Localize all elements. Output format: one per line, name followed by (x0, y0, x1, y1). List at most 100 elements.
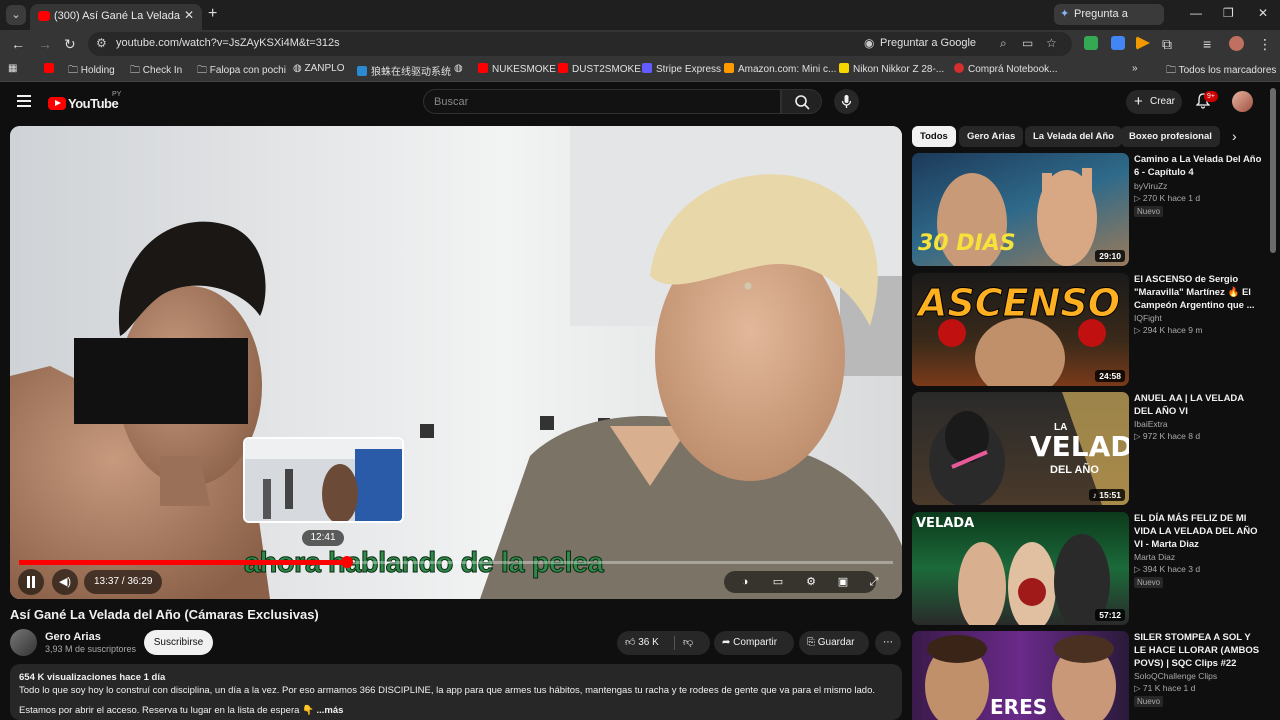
rec-meta-text: 394 K hace 3 d (1142, 564, 1201, 574)
extensions-puzzle-icon[interactable]: ⧉ (1162, 36, 1172, 53)
video-thumbnail[interactable]: ERES (912, 631, 1129, 720)
bookmark-folder-holding[interactable]: 🗀 Holding (68, 63, 115, 80)
rec-channel[interactable]: Marta Diaz (1134, 552, 1175, 562)
theater-mode-icon[interactable]: ▣ (831, 571, 855, 593)
cast-icon[interactable]: ▭ (1022, 36, 1033, 50)
rec-title[interactable]: Camino a La Velada Del Año 6 - Capítulo … (1134, 153, 1262, 179)
amazon-icon (724, 63, 734, 73)
subscribe-button[interactable]: Suscribirse (144, 630, 213, 655)
account-avatar[interactable] (1232, 91, 1253, 112)
search-input[interactable]: Buscar (423, 89, 781, 114)
rec-title[interactable]: ANUEL AA | LA VELADA DEL AÑO VI (1134, 392, 1262, 418)
recommended-video[interactable]: LA VELADA DEL AÑO ♪ 15:51 ANUEL AA | LA … (912, 392, 1262, 505)
back-arrow-icon[interactable]: ← (11, 36, 25, 52)
window-close-button[interactable]: ✕ (1258, 6, 1268, 20)
rec-meta-text: 972 K hace 8 d (1142, 431, 1201, 441)
channel-avatar[interactable] (10, 629, 37, 656)
save-button[interactable]: ⎘ Guardar (799, 631, 869, 655)
new-tab-button[interactable]: + (208, 5, 217, 23)
share-button[interactable]: ➦ Compartir (714, 631, 794, 655)
rec-title[interactable]: El ASCENSO de Sergio "Maravilla" Martíne… (1134, 273, 1262, 312)
youtube-logo[interactable]: YouTube PY (48, 91, 121, 113)
volume-button[interactable]: ◀) (52, 569, 78, 595)
settings-gear-icon[interactable]: ⚙ (800, 571, 822, 593)
chip-la-velada[interactable]: La Velada del Año (1025, 126, 1122, 147)
maximize-button[interactable]: ❐ (1223, 6, 1234, 20)
bookmark-nikon[interactable]: Nikon Nikkor Z 28-... (839, 63, 944, 75)
search-button[interactable] (781, 89, 822, 114)
browser-tab-active[interactable]: (300) Así Gané La Velada de ✕ (30, 4, 202, 30)
bookmark-zanplo[interactable]: ◍ ZANPLO (293, 63, 345, 74)
recommended-video[interactable]: ASCENSO 24:58 El ASCENSO de Sergio "Mara… (912, 273, 1262, 386)
apps-grid-icon[interactable]: ▦ (8, 63, 17, 74)
bookmark-amazon[interactable]: Amazon.com: Mini c... (724, 63, 836, 75)
minimize-button[interactable]: — (1190, 6, 1202, 20)
more-actions-button[interactable]: ⋯ (875, 631, 901, 655)
bookmark-notebook[interactable]: Comprá Notebook... (954, 63, 1058, 75)
pause-button[interactable] (18, 569, 44, 595)
chevron-right-icon[interactable]: › (1232, 128, 1237, 144)
recommended-video[interactable]: ERES SILER STOMPEA A SOL Y LE HACE LLORA… (912, 631, 1262, 720)
reload-icon[interactable]: ↻ (64, 36, 76, 53)
thumbs-up-icon: 👍︎ (625, 637, 639, 648)
video-thumbnail[interactable]: VELADA 57:12 (912, 512, 1129, 625)
tab-search-button[interactable]: ⌄ (6, 5, 26, 25)
voice-search-button[interactable] (834, 89, 859, 114)
chip-gero-arias[interactable]: Gero Arias (959, 126, 1024, 147)
bookmark-folder-checkin[interactable]: 🗀 Check In (130, 63, 182, 80)
chip-todos[interactable]: Todos (912, 126, 956, 147)
page-scrollbar[interactable] (1270, 88, 1276, 253)
address-bar[interactable]: ⚙ youtube.com/watch?v=JsZAyKSXi4M&t=312s… (88, 32, 1072, 56)
video-player[interactable]: 12:41 ahora hablando de la pelea ◀) 13:3… (10, 126, 902, 599)
rec-channel[interactable]: IQFight (1134, 313, 1162, 323)
bookmark-star-icon[interactable]: ☆ (1046, 36, 1057, 50)
recommended-video[interactable]: VELADA 57:12 EL DÍA MÁS FELIZ DE MI VIDA… (912, 512, 1262, 625)
bookmark-driver[interactable]: 狼蛛在线驱动系统 (357, 63, 451, 78)
bookmark-stripe[interactable]: Stripe Express (642, 63, 721, 75)
browser-menu-icon[interactable]: ⋮ (1258, 36, 1272, 53)
rec-title[interactable]: EL DÍA MÁS FELIZ DE MI VIDA LA VELADA DE… (1134, 512, 1262, 551)
video-thumbnail[interactable]: LA VELADA DEL AÑO ♪ 15:51 (912, 392, 1129, 505)
rec-channel[interactable]: SoloQChallenge Clips (1134, 671, 1217, 681)
bookmarks-overflow-icon[interactable]: » (1132, 63, 1138, 74)
like-dislike-group: 👍︎ 36 K 👎︎ (617, 631, 710, 655)
chip-boxeo[interactable]: Boxeo profesional (1121, 126, 1220, 147)
ask-google-label[interactable]: Preguntar a Google (880, 37, 976, 49)
media-control-icon[interactable]: ≡ (1203, 36, 1211, 52)
fullscreen-icon[interactable]: ⤢ (862, 571, 886, 593)
dislike-button[interactable]: 👎︎ (683, 631, 693, 655)
search-placeholder: Buscar (434, 96, 469, 108)
bookmark-folder-falopa[interactable]: 🗀 Falopa con pochi (197, 63, 286, 80)
bookmark-label: Falopa con pochi (209, 65, 286, 76)
show-more-link[interactable]: ...más (317, 705, 344, 716)
hamburger-menu-icon[interactable] (17, 95, 31, 110)
autoplay-toggle[interactable]: ◑ (732, 571, 758, 593)
extension-green-icon[interactable] (1084, 36, 1098, 50)
video-thumbnail[interactable]: ASCENSO 24:58 (912, 273, 1129, 386)
extension-blue-icon[interactable] (1111, 36, 1125, 50)
rec-title[interactable]: SILER STOMPEA A SOL Y LE HACE LLORAR (AM… (1134, 631, 1262, 670)
bookmark-youtube[interactable] (44, 63, 58, 75)
bookmark-dust2smoke[interactable]: DUST2SMOKE (558, 63, 641, 75)
rec-channel[interactable]: IbaiExtra (1134, 419, 1168, 429)
progress-scrubber[interactable] (341, 556, 353, 568)
like-button[interactable]: 👍︎ 36 K (617, 631, 674, 655)
subtitles-cc-icon[interactable]: ▭ (766, 571, 790, 593)
extension-play-icon[interactable] (1136, 36, 1150, 50)
site-info-icon[interactable]: ⚙ (96, 36, 107, 50)
all-bookmarks-folder[interactable]: 🗀 Todos los marcadores (1166, 63, 1276, 80)
tab-close-icon[interactable]: ✕ (184, 8, 194, 22)
zoom-icon[interactable]: ⌕ (1000, 36, 1007, 51)
bookmark-globe[interactable]: ◍ (454, 63, 463, 74)
forward-arrow-icon[interactable]: → (38, 36, 52, 52)
channel-name[interactable]: Gero Arias (45, 631, 101, 643)
gemini-button[interactable]: ✦Pregunta a Gemini (1054, 4, 1164, 41)
description-box[interactable]: 654 K visualizaciones hace 1 día Todo lo… (10, 664, 902, 720)
recommended-video[interactable]: 30 DIAS 29:10 Camino a La Velada Del Año… (912, 153, 1262, 266)
create-button[interactable]: + Crear (1126, 90, 1182, 114)
rec-channel[interactable]: byViruZz (1134, 181, 1167, 191)
bookmark-nukesmoke[interactable]: NUKESMOKE (478, 63, 556, 75)
profile-avatar[interactable] (1229, 36, 1244, 51)
video-thumbnail[interactable]: 30 DIAS 29:10 (912, 153, 1129, 266)
globe-icon: ◍ (454, 63, 463, 74)
